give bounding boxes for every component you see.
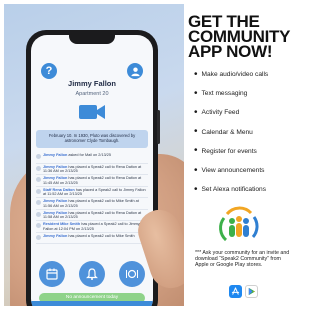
help-button[interactable]: ?	[41, 63, 57, 79]
phone-side-button	[157, 110, 160, 144]
menu-button[interactable]	[119, 261, 145, 287]
feed-avatar-icon	[36, 177, 41, 182]
feed-user-name: Staff Rena Dalton	[43, 187, 75, 192]
home-tab[interactable]	[46, 304, 56, 306]
feed-row[interactable]: Jimmy Fallon has placed a Speak2 call to…	[36, 175, 148, 187]
app-store-icon	[231, 287, 240, 295]
activity-feed: Jimmy Fallon asked for Mail on 2/13/25 Ji…	[36, 152, 148, 244]
feed-avatar-icon	[36, 223, 41, 228]
feature-item: View announcements	[194, 161, 294, 180]
feed-row[interactable]: Jimmy Fallon has placed a Speak2 call to…	[36, 233, 148, 244]
help-icon: ?	[45, 65, 53, 77]
profile-button[interactable]	[127, 63, 143, 79]
feed-avatar-icon	[36, 188, 41, 194]
feed-message: asked for Mail on 2/13/25	[68, 153, 111, 157]
feed-row[interactable]: Jimmy Fallon has placed a Speak2 call to…	[36, 164, 148, 175]
google-play-icon	[248, 287, 256, 296]
calendar-button[interactable]	[39, 261, 65, 287]
feature-list: Make audio/video calls Text messaging Ac…	[194, 65, 294, 199]
feed-user-name: Jimmy Fallon	[43, 233, 68, 238]
feed-row[interactable]: Jimmy Fallon has placed a Speak2 call to…	[36, 198, 148, 210]
user-name: Jimmy Fallon	[68, 79, 116, 88]
feed-text: Jimmy Fallon asked for Mail on 2/13/25	[43, 153, 111, 158]
chat-tab[interactable]	[87, 304, 97, 306]
feed-text: Staff Rena Dalton has placed a Speak2 ca…	[43, 188, 148, 197]
feed-message: has placed a Speak2 call to Mike Smith	[68, 233, 135, 238]
feed-row[interactable]: Jimmy Fallon asked for Mail on 2/13/25	[36, 152, 148, 164]
feed-text: Jimmy Fallon has placed a Speak2 call to…	[43, 199, 148, 208]
feed-text: Jimmy Fallon has placed a Speak2 call to…	[43, 176, 148, 185]
feed-avatar-icon	[36, 165, 41, 171]
app-store-badge[interactable]	[229, 285, 242, 298]
notifications-button[interactable]	[79, 261, 105, 287]
bottom-tab-bar	[31, 301, 153, 306]
phone-device: ? Jimmy Fallon Apartment 20 February 10.…	[26, 30, 160, 306]
feed-row[interactable]: Jimmy Fallon has placed a Speak2 call to…	[36, 210, 148, 221]
invite-note: *** Ask your community for an invite and…	[195, 250, 290, 269]
bell-icon	[86, 268, 98, 280]
feed-text: Jimmy Fallon has placed a Speak2 call to…	[43, 165, 148, 174]
store-badges	[229, 285, 258, 298]
feature-item: Calendar & Menu	[194, 123, 294, 142]
feature-item: Text messaging	[194, 84, 294, 103]
phone-notch	[69, 35, 115, 44]
feature-item: Activity Feed	[194, 103, 294, 122]
feed-user-name: Jimmy Fallon	[43, 176, 68, 180]
profile-icon	[130, 66, 140, 76]
feed-avatar-icon	[36, 200, 41, 205]
feed-text: Resident Mike Smith has placed a Speak2 …	[43, 222, 148, 231]
headline: GET THE COMMUNITY APP NOW!	[188, 13, 294, 61]
video-camera-icon[interactable]	[78, 103, 106, 121]
phone-photo: ? Jimmy Fallon Apartment 20 February 10.…	[4, 4, 184, 306]
feed-user-name: Jimmy Fallon	[43, 210, 68, 215]
feed-user-name: Resident Mike Smith	[43, 222, 81, 226]
app-screen: ? Jimmy Fallon Apartment 20 February 10.…	[31, 35, 153, 306]
dining-menu-icon	[126, 269, 138, 279]
feed-avatar-icon	[36, 234, 41, 240]
feed-row[interactable]: Resident Mike Smith has placed a Speak2 …	[36, 221, 148, 233]
feed-user-name: Jimmy Fallon	[43, 153, 68, 157]
google-play-badge[interactable]	[245, 285, 258, 298]
feed-text: Jimmy Fallon has placed a Speak2 call to…	[43, 234, 135, 239]
feed-avatar-icon	[36, 154, 41, 159]
quick-actions	[39, 261, 145, 287]
announcement-banner: February 10. In 1930, Pluto was discover…	[36, 130, 148, 148]
settings-tab[interactable]	[128, 304, 138, 306]
apartment-label: Apartment 20	[75, 91, 109, 97]
headline-line-3: APP NOW!	[188, 42, 273, 61]
feed-row[interactable]: Staff Rena Dalton has placed a Speak2 ca…	[36, 187, 148, 198]
feed-avatar-icon	[36, 211, 41, 217]
speak2-community-logo	[219, 206, 259, 242]
feature-item: Register for events	[194, 142, 294, 161]
feature-item: Set Alexa notifications	[194, 180, 294, 199]
feed-text: Jimmy Fallon has placed a Speak2 call to…	[43, 211, 148, 220]
feed-user-name: Jimmy Fallon	[43, 164, 68, 169]
feed-user-name: Jimmy Fallon	[43, 199, 68, 203]
calendar-icon	[46, 268, 58, 280]
feature-item: Make audio/video calls	[194, 65, 294, 84]
